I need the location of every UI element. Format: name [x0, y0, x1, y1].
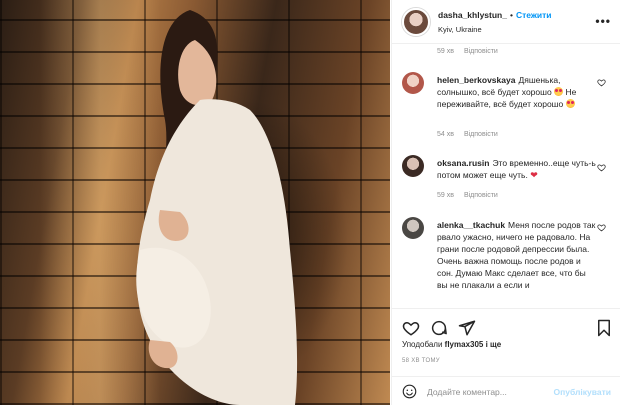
heart-icon[interactable]	[597, 223, 606, 232]
comment-meta: 54 хв Відповісти	[437, 131, 508, 138]
reply-link[interactable]: Відповісти	[464, 48, 498, 55]
comment-composer: Опублікувати	[392, 376, 620, 405]
comment-icon[interactable]	[430, 319, 448, 337]
post-side-panel: dasha_khlystun_ • Стежити Kyiv, Ukraine ••…	[391, 0, 620, 405]
author-line: dasha_khlystun_ • Стежити	[438, 10, 552, 20]
reply-link[interactable]: Відповісти	[464, 192, 498, 199]
separator-dot: •	[509, 10, 513, 20]
heart-icon[interactable]	[597, 78, 606, 87]
author-username[interactable]: dasha_khlystun_	[438, 10, 507, 20]
commenter-avatar[interactable]	[402, 217, 424, 239]
comment-text: oksana.rusin Это временно..еще чуть-ь пот…	[437, 157, 597, 181]
post-photo[interactable]	[0, 0, 390, 405]
post-timestamp[interactable]: 58 ХВ ТОМУ	[402, 358, 440, 364]
commenter-avatar[interactable]	[402, 155, 424, 177]
comment-time: 59 хв	[437, 192, 454, 199]
commenter-username[interactable]: helen_berkovskaya	[437, 75, 515, 85]
pregnant-woman-figure	[136, 10, 298, 405]
commenter-username[interactable]: alenka__tkachuk	[437, 220, 505, 230]
commenter-avatar[interactable]	[402, 72, 424, 94]
likes-summary: Уподобали flymax305 і ще	[402, 340, 501, 349]
comment-input[interactable]	[427, 383, 567, 400]
bookmark-icon[interactable]	[595, 319, 613, 337]
comment-time: 54 хв	[437, 131, 454, 138]
post-location[interactable]: Kyiv, Ukraine	[438, 25, 482, 34]
post-comment-button[interactable]: Опублікувати	[554, 387, 611, 397]
heart-eyes-emoji-icon	[565, 99, 575, 108]
post-header: dasha_khlystun_ • Стежити Kyiv, Ukraine ••…	[392, 0, 620, 44]
author-avatar[interactable]	[402, 8, 430, 36]
heart-eyes-emoji-icon	[554, 87, 564, 96]
liker-username[interactable]: flymax305	[445, 340, 484, 349]
likes-others-link[interactable]: і ще	[486, 340, 502, 349]
follow-button[interactable]: Стежити	[516, 10, 552, 20]
comment-meta: 59 хв Відповісти	[437, 192, 508, 199]
smile-icon[interactable]	[402, 384, 417, 399]
comment-text-body: Меня после родов так рвало ужасно, ничег…	[437, 220, 596, 290]
red-heart-emoji-icon: ❤	[530, 170, 538, 180]
comment-text: helen_berkovskaya Дяшенька, солнышко, всё…	[437, 74, 597, 110]
more-icon[interactable]: •••	[595, 14, 611, 28]
comments-list[interactable]: 59 хв Відповісти helen_berkovskaya Дяшеньк…	[392, 44, 620, 307]
reply-link[interactable]: Відповісти	[464, 131, 498, 138]
heart-icon[interactable]	[597, 163, 606, 172]
comment-text: alenka__tkachuk Меня после родов так рвал…	[437, 219, 597, 291]
like-heart-icon[interactable]	[402, 319, 420, 337]
comment-time: 59 хв	[437, 48, 454, 55]
share-icon[interactable]	[458, 319, 476, 337]
commenter-username[interactable]: oksana.rusin	[437, 158, 489, 168]
likes-prefix: Уподобали	[402, 340, 443, 349]
comment-meta: 59 хв Відповісти	[437, 48, 508, 55]
